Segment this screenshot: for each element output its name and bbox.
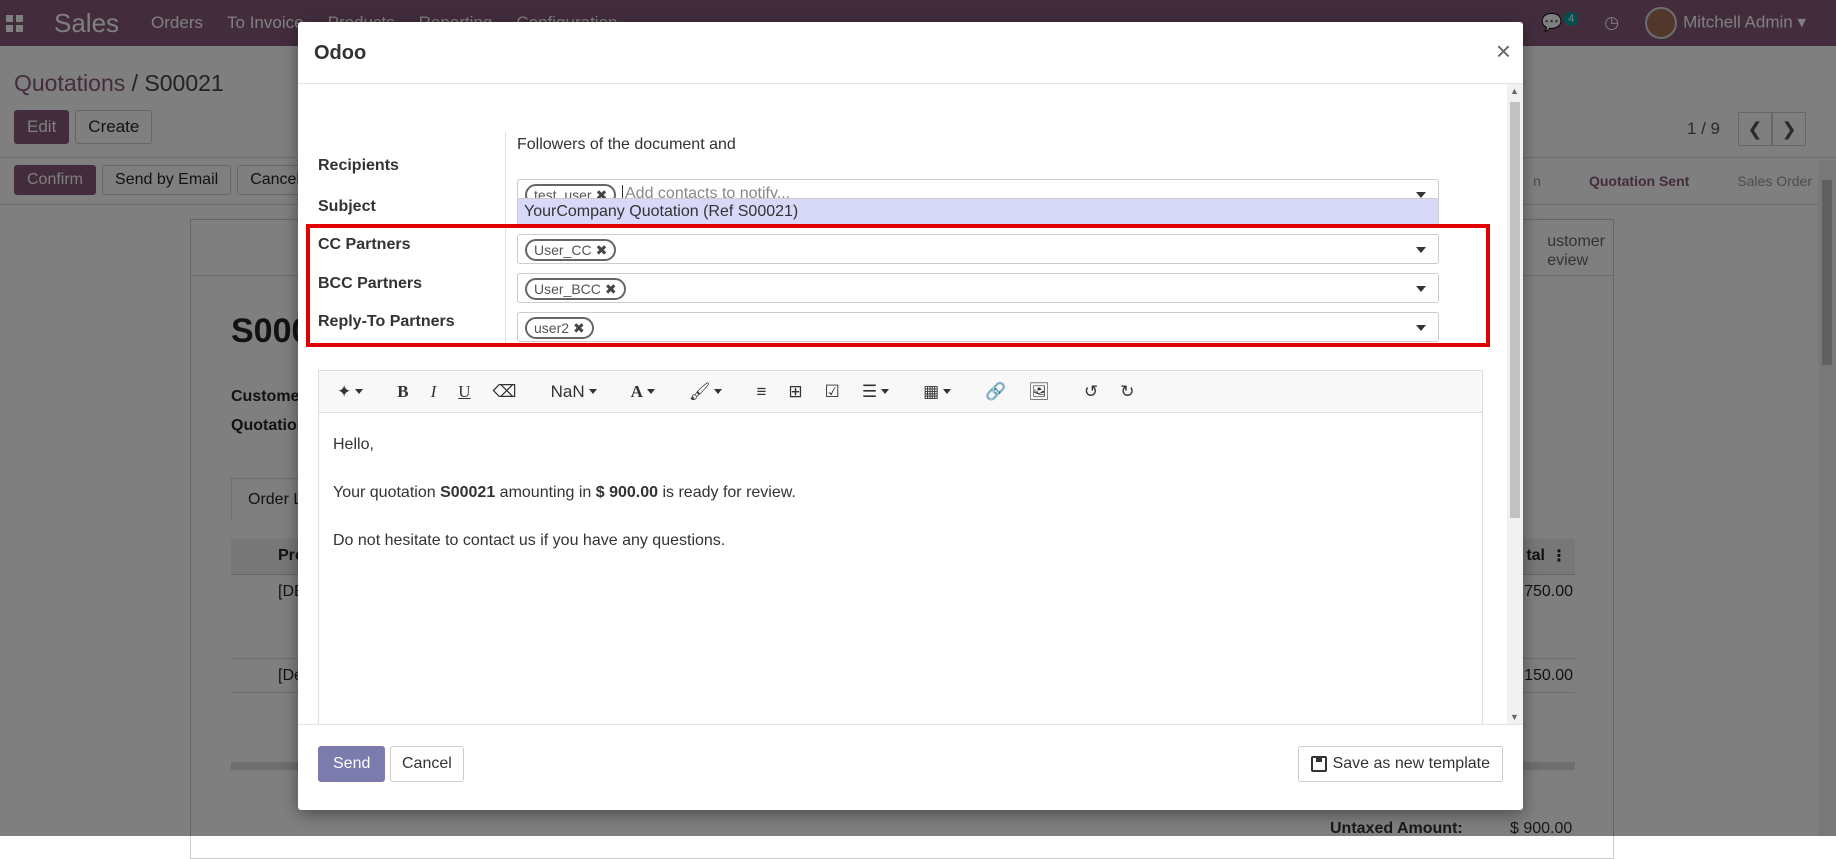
redo-icon[interactable]: ↻ [1120, 382, 1134, 402]
dialog-scrollbar[interactable]: ▲ ▼ [1507, 84, 1523, 724]
cancel-button[interactable]: Cancel [390, 746, 464, 782]
subject-label: Subject [318, 198, 376, 215]
editor-toolbar: ✦ B I U ⌫ NaN A 🖌 ≡ ⊞ ☑ ☰ ▦ 🔗 🖼 ↺ ↻ [319, 371, 1482, 413]
followers-text: Followers of the document and [517, 136, 736, 153]
dialog-footer: Send Cancel Save as new template [298, 724, 1523, 810]
table-icon[interactable]: ▦ [923, 382, 951, 402]
email-body[interactable]: Hello, Your quotation S00021 amounting i… [333, 433, 796, 577]
undo-icon[interactable]: ↺ [1084, 382, 1098, 402]
save-icon [1310, 756, 1327, 772]
bold-icon[interactable]: B [397, 382, 408, 402]
save-template-label: Save as new template [1332, 755, 1490, 772]
underline-icon[interactable]: U [458, 382, 470, 402]
scroll-thumb[interactable] [1510, 102, 1520, 518]
numbered-list-icon[interactable]: ⊞ [788, 382, 802, 402]
font-size-dropdown[interactable]: NaN [551, 382, 597, 402]
eraser-icon[interactable]: ⌫ [493, 382, 517, 402]
body-amount: $ 900.00 [595, 484, 659, 501]
send-button[interactable]: Send [318, 746, 386, 782]
scroll-up-icon[interactable]: ▲ [1510, 86, 1519, 96]
save-as-template-button[interactable]: Save as new template [1297, 746, 1503, 782]
highlight-box [306, 224, 1490, 347]
checklist-icon[interactable]: ☑ [825, 382, 840, 402]
italic-icon[interactable]: I [431, 382, 437, 402]
body-greeting: Hello, [333, 436, 374, 453]
dialog-header: Odoo × [298, 22, 1523, 84]
bullet-list-icon[interactable]: ≡ [756, 382, 766, 402]
image-icon[interactable]: 🖼 [1028, 382, 1050, 402]
body-line-2: Do not hesitate to contact us if you hav… [333, 532, 726, 549]
dialog-body: Recipients Followers of the document and… [298, 84, 1505, 724]
scroll-down-icon[interactable]: ▼ [1510, 712, 1519, 722]
compose-email-dialog: Odoo × Recipients Followers of the docum… [298, 22, 1523, 810]
link-icon[interactable]: 🔗 [985, 382, 1006, 402]
align-icon[interactable]: ☰ [862, 382, 889, 402]
html-editor: ✦ B I U ⌫ NaN A 🖌 ≡ ⊞ ☑ ☰ ▦ 🔗 🖼 ↺ ↻ Hell… [318, 370, 1483, 724]
body-line-1: Your quotation S00021 amounting in $ 900… [333, 481, 796, 505]
body-text: Your quotation [333, 484, 441, 501]
body-order-ref: S00021 [440, 484, 496, 501]
body-text: is ready for review. [658, 484, 796, 501]
magic-wand-icon[interactable]: ✦ [337, 382, 363, 402]
body-text: amounting in [495, 484, 596, 501]
recipients-label: Recipients [318, 157, 399, 174]
paint-brush-icon[interactable]: 🖌 [689, 382, 723, 402]
close-icon[interactable]: × [1496, 36, 1511, 67]
font-size-value: NaN [550, 381, 585, 401]
font-color-icon[interactable]: A [631, 382, 655, 402]
dialog-title: Odoo [314, 42, 367, 64]
